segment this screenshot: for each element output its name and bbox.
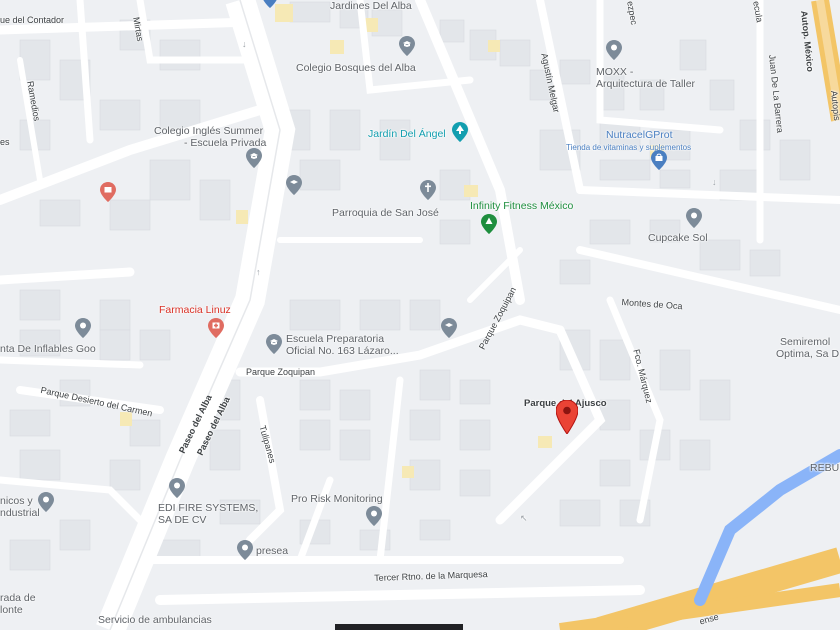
label-edi-fire[interactable]: EDI FIRE SYSTEMS, [158,502,258,514]
place-pin-icon[interactable] [75,318,91,338]
street-parque-zoquipan-2: Parque Zoquipan [246,367,316,377]
label-inflables[interactable]: nta De Inflables Goo [0,343,96,355]
place-pin-icon[interactable] [237,540,253,560]
label-nutracel[interactable]: NutracelGProt [606,129,673,141]
label-tecnicos-sub[interactable]: ndustrial [0,507,40,519]
street-autopista: Autopis [829,90,840,122]
label-rada[interactable]: rada de [0,592,36,604]
label-servicio-ambulancias[interactable]: Servicio de ambulancias [98,614,212,626]
gym-pin-icon[interactable] [481,214,497,234]
church-pin-icon[interactable] [420,180,436,200]
label-tecnicos[interactable]: nicos y [0,495,33,507]
label-infinity-fitness[interactable]: Infinity Fitness México [470,200,573,212]
label-rebu: REBU [810,462,840,474]
pharmacy-pin-icon[interactable] [208,318,224,338]
label-pro-risk[interactable]: Pro Risk Monitoring [291,493,383,505]
label-presea[interactable]: presea [256,545,288,557]
place-pin-icon[interactable] [262,0,278,8]
label-moxx-sub[interactable]: Arquitectura de Taller [596,78,695,90]
place-pin-icon[interactable] [606,40,622,60]
label-moxx[interactable]: MOXX - [596,66,633,78]
label-colegio-ingles[interactable]: Colegio Inglés Summer [154,125,263,137]
one-way-arrow-icon: ↖ [520,513,528,523]
street-contador: ue del Contador [0,15,65,25]
street-es: es [0,137,10,147]
school-pin-icon[interactable] [246,148,262,168]
label-escuela-prep-sub[interactable]: Oficial No. 163 Lázaro... [286,345,399,357]
school-pin-icon[interactable] [266,334,282,354]
label-jardines-del-alba: Jardines Del Alba [330,0,412,12]
label-edi-fire-sub[interactable]: SA DE CV [158,514,206,526]
bottom-strip [335,624,463,630]
school-pin-icon[interactable] [399,36,415,56]
label-cupcake-sol[interactable]: Cupcake Sol [648,232,708,244]
place-pin-icon[interactable] [366,506,382,526]
label-optima[interactable]: Optima, Sa D [776,348,839,360]
shop-pin-icon[interactable] [651,150,667,170]
label-parroquia[interactable]: Parroquia de San José [332,207,439,219]
place-pin-icon[interactable] [441,318,457,338]
hospital-pin-icon[interactable] [100,182,116,202]
map-base-layer [0,0,840,630]
one-way-arrow-icon: ↑ [256,267,261,277]
one-way-arrow-icon: ↓ [242,39,247,49]
label-escuela-prep[interactable]: Escuela Preparatoria [286,333,384,345]
place-pin-icon[interactable] [169,478,185,498]
label-colegio-bosques[interactable]: Colegio Bosques del Alba [296,62,416,74]
selected-location-pin-icon[interactable] [556,400,578,434]
label-semiremol[interactable]: Semiremol [780,336,830,348]
park-pin-icon[interactable] [452,122,468,142]
map-canvas[interactable]: Jardines Del Alba Colegio Bosques del Al… [0,0,840,630]
label-farmacia-linuz[interactable]: Farmacia Linuz [159,304,231,316]
place-pin-icon[interactable] [686,208,702,228]
label-monte[interactable]: lonte [0,604,23,616]
place-pin-icon[interactable] [38,492,54,512]
place-pin-icon[interactable] [286,175,302,195]
label-nutracel-sub: Tienda de vitaminas y suplementos [566,143,692,152]
label-jardin-del-angel[interactable]: Jardín Del Ángel [368,128,446,140]
one-way-arrow-icon: ↓ [712,177,717,187]
